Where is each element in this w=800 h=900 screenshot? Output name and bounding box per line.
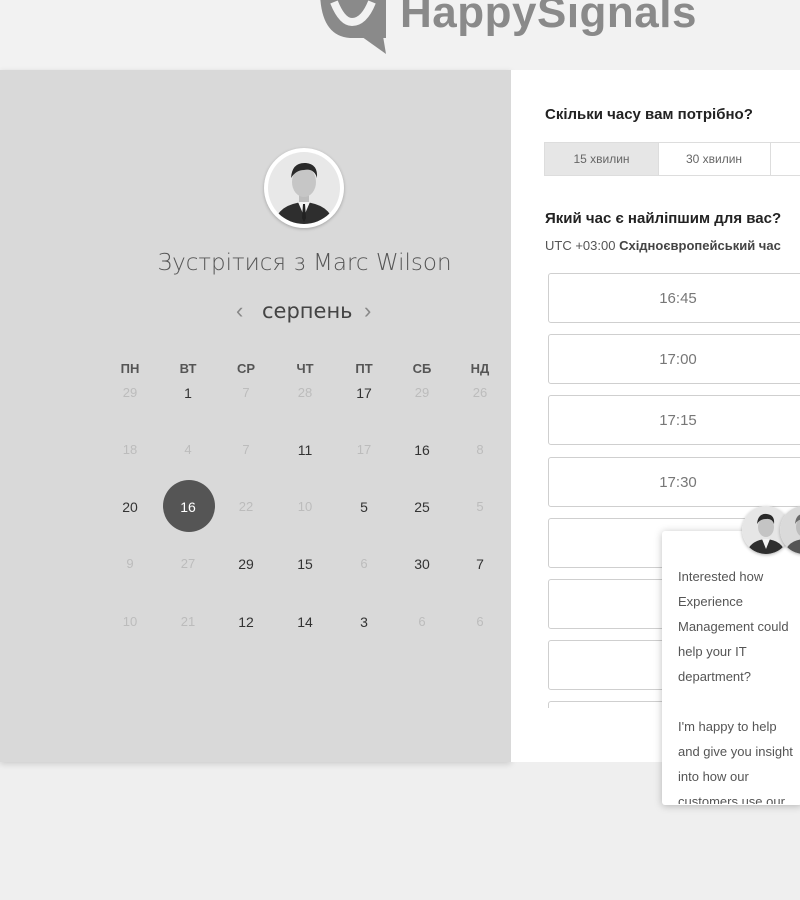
time-question: Який час є найліпшим для вас? <box>545 210 782 227</box>
duration-option-60[interactable] <box>771 143 800 175</box>
calendar-day[interactable]: 17 <box>344 385 384 401</box>
calendar-day[interactable]: 11 <box>285 442 325 458</box>
weekday-label: ВТ <box>179 361 197 376</box>
weekday-label: ПТ <box>355 361 373 376</box>
calendar-day: 29 <box>414 385 430 400</box>
header: HappySignals <box>0 0 800 70</box>
calendar-day[interactable]: 14 <box>285 614 325 630</box>
weekday-label: ЧТ <box>296 361 314 376</box>
timezone-offset: UTC +03:00 <box>545 238 616 253</box>
month-navigation: ‹ серпень › <box>230 295 380 327</box>
duration-selector: 15 хвилин 30 хвилин <box>544 142 800 176</box>
calendar-day[interactable]: 29 <box>226 556 266 572</box>
duration-question: Скільки часу вам потрібно? <box>545 106 753 123</box>
calendar-day: 6 <box>476 614 484 629</box>
time-slot[interactable]: 17:15 <box>548 395 800 445</box>
calendar-day: 7 <box>242 385 250 400</box>
calendar-day: 8 <box>476 442 484 457</box>
calendar-day: 6 <box>360 556 368 571</box>
calendar-day: 26 <box>472 385 488 400</box>
calendar-day: 6 <box>418 614 426 629</box>
host-photo-icon <box>268 152 340 224</box>
calendar-day[interactable]: 16 <box>402 442 442 458</box>
chevron-right-icon[interactable]: › <box>364 298 371 324</box>
calendar-day: 9 <box>126 556 134 571</box>
calendar-day: 22 <box>238 499 254 514</box>
weekday-label: СБ <box>412 361 432 376</box>
host-avatar <box>264 148 344 228</box>
time-slot[interactable]: 16:45 <box>548 273 800 323</box>
timezone-name: Східноєвропейський час <box>619 238 781 253</box>
calendar-panel <box>0 70 511 762</box>
time-slot[interactable]: 17:30 <box>548 457 800 507</box>
agent-photo-icon <box>780 506 800 554</box>
calendar-day: 21 <box>180 614 196 629</box>
calendar-day[interactable]: 30 <box>402 556 442 572</box>
month-label: серпень <box>262 299 353 323</box>
calendar-day[interactable]: 12 <box>226 614 266 630</box>
calendar-day[interactable]: 3 <box>344 614 384 630</box>
calendar-day: 29 <box>122 385 138 400</box>
calendar-day: 27 <box>180 556 196 571</box>
calendar-day: 10 <box>297 499 313 514</box>
chat-message: Interested how Experience Management cou… <box>678 569 793 804</box>
time-slot[interactable]: 17:00 <box>548 334 800 384</box>
calendar-day: 10 <box>122 614 138 629</box>
duration-option-30[interactable]: 30 хвилин <box>658 143 771 175</box>
calendar-day: 28 <box>297 385 313 400</box>
weekday-label: НД <box>470 361 490 376</box>
weekday-label: СР <box>236 361 256 376</box>
calendar-day[interactable]: 7 <box>460 556 500 572</box>
weekday-label: ПН <box>120 361 140 376</box>
chat-agent-avatar-2 <box>780 506 800 554</box>
calendar-day[interactable]: 20 <box>110 499 150 515</box>
timezone-label[interactable]: UTC +03:00 Східноєвропейський час <box>545 238 781 253</box>
calendar-day: 17 <box>356 442 372 457</box>
calendar-day: 18 <box>122 442 138 457</box>
happysignals-logo-icon <box>320 0 386 54</box>
calendar-day[interactable]: 1 <box>168 385 208 401</box>
calendar-day: 7 <box>242 442 250 457</box>
calendar-day: 4 <box>184 442 192 457</box>
calendar-day[interactable]: 15 <box>285 556 325 572</box>
calendar-day[interactable]: 5 <box>344 499 384 515</box>
calendar-day[interactable]: 25 <box>402 499 442 515</box>
calendar-day: 5 <box>476 499 484 514</box>
duration-option-15[interactable]: 15 хвилин <box>545 143 659 175</box>
logo-text: HappySignals <box>400 0 697 37</box>
chevron-left-icon[interactable]: ‹ <box>236 298 243 324</box>
calendar-day-selected[interactable]: 16 <box>168 499 208 515</box>
